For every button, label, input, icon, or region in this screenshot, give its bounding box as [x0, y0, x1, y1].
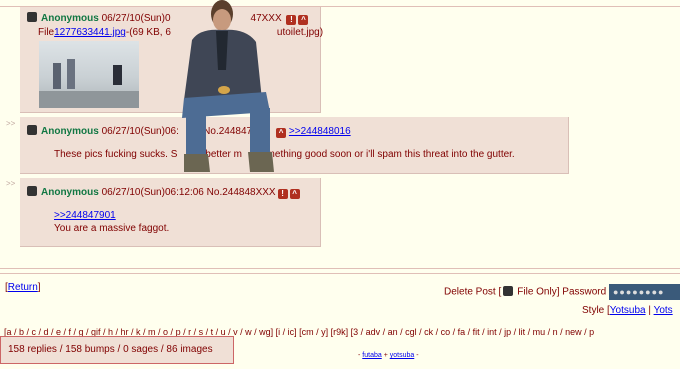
- post-header: Anonymous 06/27/10(Sun)06:12:06 No.24484…: [27, 186, 300, 199]
- footer-credits: - futaba + yotsuba -: [358, 352, 419, 359]
- return-link[interactable]: Return: [8, 282, 38, 293]
- delete-post-label: Delete Post [: [444, 286, 502, 298]
- post-datetime: 06/27/10(Sun)0: [101, 13, 171, 24]
- return-link-wrapper: [Return]: [5, 282, 41, 293]
- post-number[interactable]: No.244848XXX: [207, 187, 276, 198]
- divider: [0, 273, 680, 274]
- file-original-name: utoilet.jpg): [276, 27, 324, 38]
- backlink[interactable]: >>244848016: [289, 126, 351, 137]
- reply-post-2: Anonymous 06/27/10(Sun)06: 6 No.244847 ^ >…: [20, 117, 569, 174]
- password-input[interactable]: ●●●●●●●●: [608, 284, 680, 300]
- delete-checkbox[interactable]: [27, 186, 37, 196]
- post-datetime: 06/27/10(Sun)06:: [101, 126, 179, 137]
- report-icon[interactable]: !: [286, 15, 297, 25]
- post-message: These pics fucking sucks. Sag better m so…: [54, 149, 515, 160]
- password-label: Password: [562, 286, 607, 298]
- reply-arrows: >>: [6, 119, 16, 128]
- file-prefix: File: [38, 27, 55, 38]
- futaba-link[interactable]: futaba: [362, 352, 381, 359]
- post-datetime: 06/27/10(Sun)06:12:06: [101, 187, 204, 198]
- thread-stats: 158 replies / 158 bumps / 0 sages / 86 i…: [0, 336, 234, 364]
- message-part-3: something good soon or i'll spam this th…: [255, 149, 515, 160]
- footer-plus: +: [381, 352, 390, 359]
- menu-icon[interactable]: ^: [289, 189, 300, 199]
- style-option-yots[interactable]: Yots: [654, 305, 673, 316]
- delete-checkbox[interactable]: [27, 125, 37, 135]
- delete-checkbox[interactable]: [27, 12, 37, 22]
- thumbnail-figure-1: [53, 63, 61, 89]
- sitting-man-image: [182, 0, 274, 172]
- quote-link-text[interactable]: >>244847901: [54, 210, 116, 221]
- menu-icon[interactable]: ^: [298, 15, 309, 25]
- message-part-1: These pics fucking sucks. S: [54, 149, 178, 160]
- poster-name: Anonymous: [41, 187, 99, 198]
- report-icon[interactable]: !: [277, 189, 288, 199]
- quote-link[interactable]: >>244847901: [54, 210, 116, 221]
- style-label: Style [: [582, 305, 610, 316]
- yotsuba-link[interactable]: yotsuba: [390, 352, 415, 359]
- file-link[interactable]: 1277633441.jpg: [54, 27, 126, 38]
- top-strip: [0, 0, 680, 7]
- thumbnail-figure-3: [113, 65, 122, 85]
- poster-name: Anonymous: [41, 13, 99, 24]
- thumbnail-floor: [39, 91, 139, 108]
- post-thumbnail[interactable]: [39, 41, 139, 108]
- delete-post-form: Delete Post [ File Only] Password ●●●●●●●…: [444, 284, 680, 300]
- style-option-yotsuba[interactable]: Yotsuba: [610, 305, 646, 316]
- divider: [0, 268, 680, 269]
- footer-dash-right: -: [414, 352, 419, 359]
- poster-name: Anonymous: [41, 126, 99, 137]
- style-selector: Style [Yotsuba | Yots: [582, 305, 673, 316]
- post-message: You are a massive faggot.: [54, 223, 170, 234]
- file-size: -(69 KB, 6: [125, 27, 171, 38]
- reply-post-3: Anonymous 06/27/10(Sun)06:12:06 No.24484…: [20, 178, 321, 247]
- thumbnail-figure-2: [67, 59, 75, 89]
- file-only-checkbox[interactable]: [503, 285, 514, 296]
- file-only-label: File Only]: [517, 286, 560, 298]
- reply-arrows: >>: [6, 179, 16, 188]
